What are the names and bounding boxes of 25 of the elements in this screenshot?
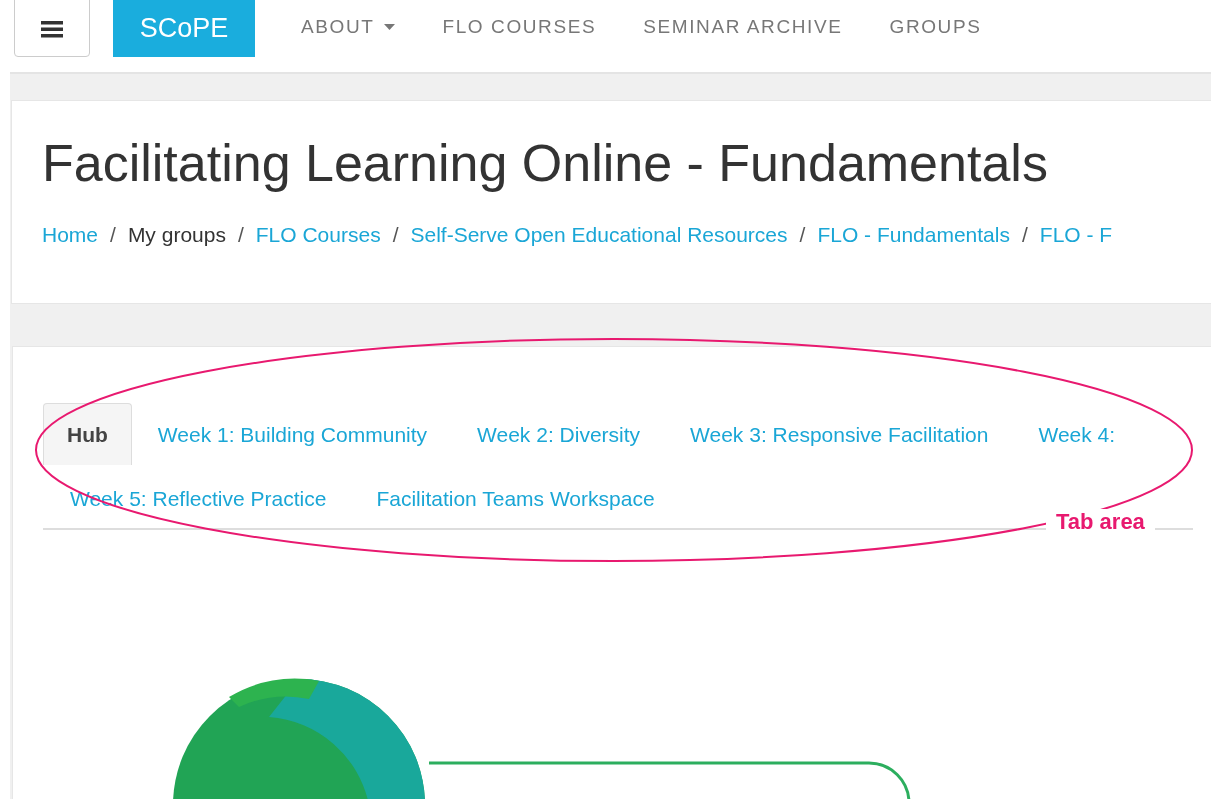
tab[interactable]: Week 3: Responsive Facilitation [666, 403, 1013, 465]
breadcrumb-separator: / [392, 223, 399, 247]
breadcrumb-separator: / [237, 223, 244, 247]
nav-link[interactable]: ABOUT [301, 16, 396, 38]
breadcrumb-separator: / [799, 223, 806, 247]
menu-icon [41, 19, 63, 38]
page-title: Facilitating Learning Online - Fundamentals [41, 133, 1049, 194]
breadcrumb-link[interactable]: Self-Serve Open Educational Resources [410, 223, 788, 247]
breadcrumb-separator: / [1021, 223, 1028, 247]
tab[interactable]: Week 2: Diversity [453, 403, 665, 465]
breadcrumb-text: My groups [127, 223, 226, 247]
site-logo[interactable]: SCoPE [113, 0, 255, 57]
tab[interactable]: Facilitation Teams Workspace [352, 467, 679, 529]
tab[interactable]: Week 1: Building Community [133, 403, 452, 465]
tab[interactable]: Hub [43, 403, 132, 465]
breadcrumb-link[interactable]: FLO - F [1039, 223, 1113, 247]
breadcrumb-link[interactable]: FLO Courses [255, 223, 381, 247]
nav-link[interactable]: GROUPS [889, 16, 982, 38]
nav-link[interactable]: FLO COURSES [442, 16, 597, 38]
breadcrumb-link[interactable]: FLO - Fundamentals [817, 223, 1010, 247]
breadcrumb-link[interactable]: Home [42, 223, 99, 247]
breadcrumb-separator: / [110, 223, 116, 247]
tab[interactable]: Week 4: [1014, 403, 1140, 465]
nav-link[interactable]: SEMINAR ARCHIVE [643, 16, 843, 38]
menu-button[interactable] [14, 0, 90, 57]
